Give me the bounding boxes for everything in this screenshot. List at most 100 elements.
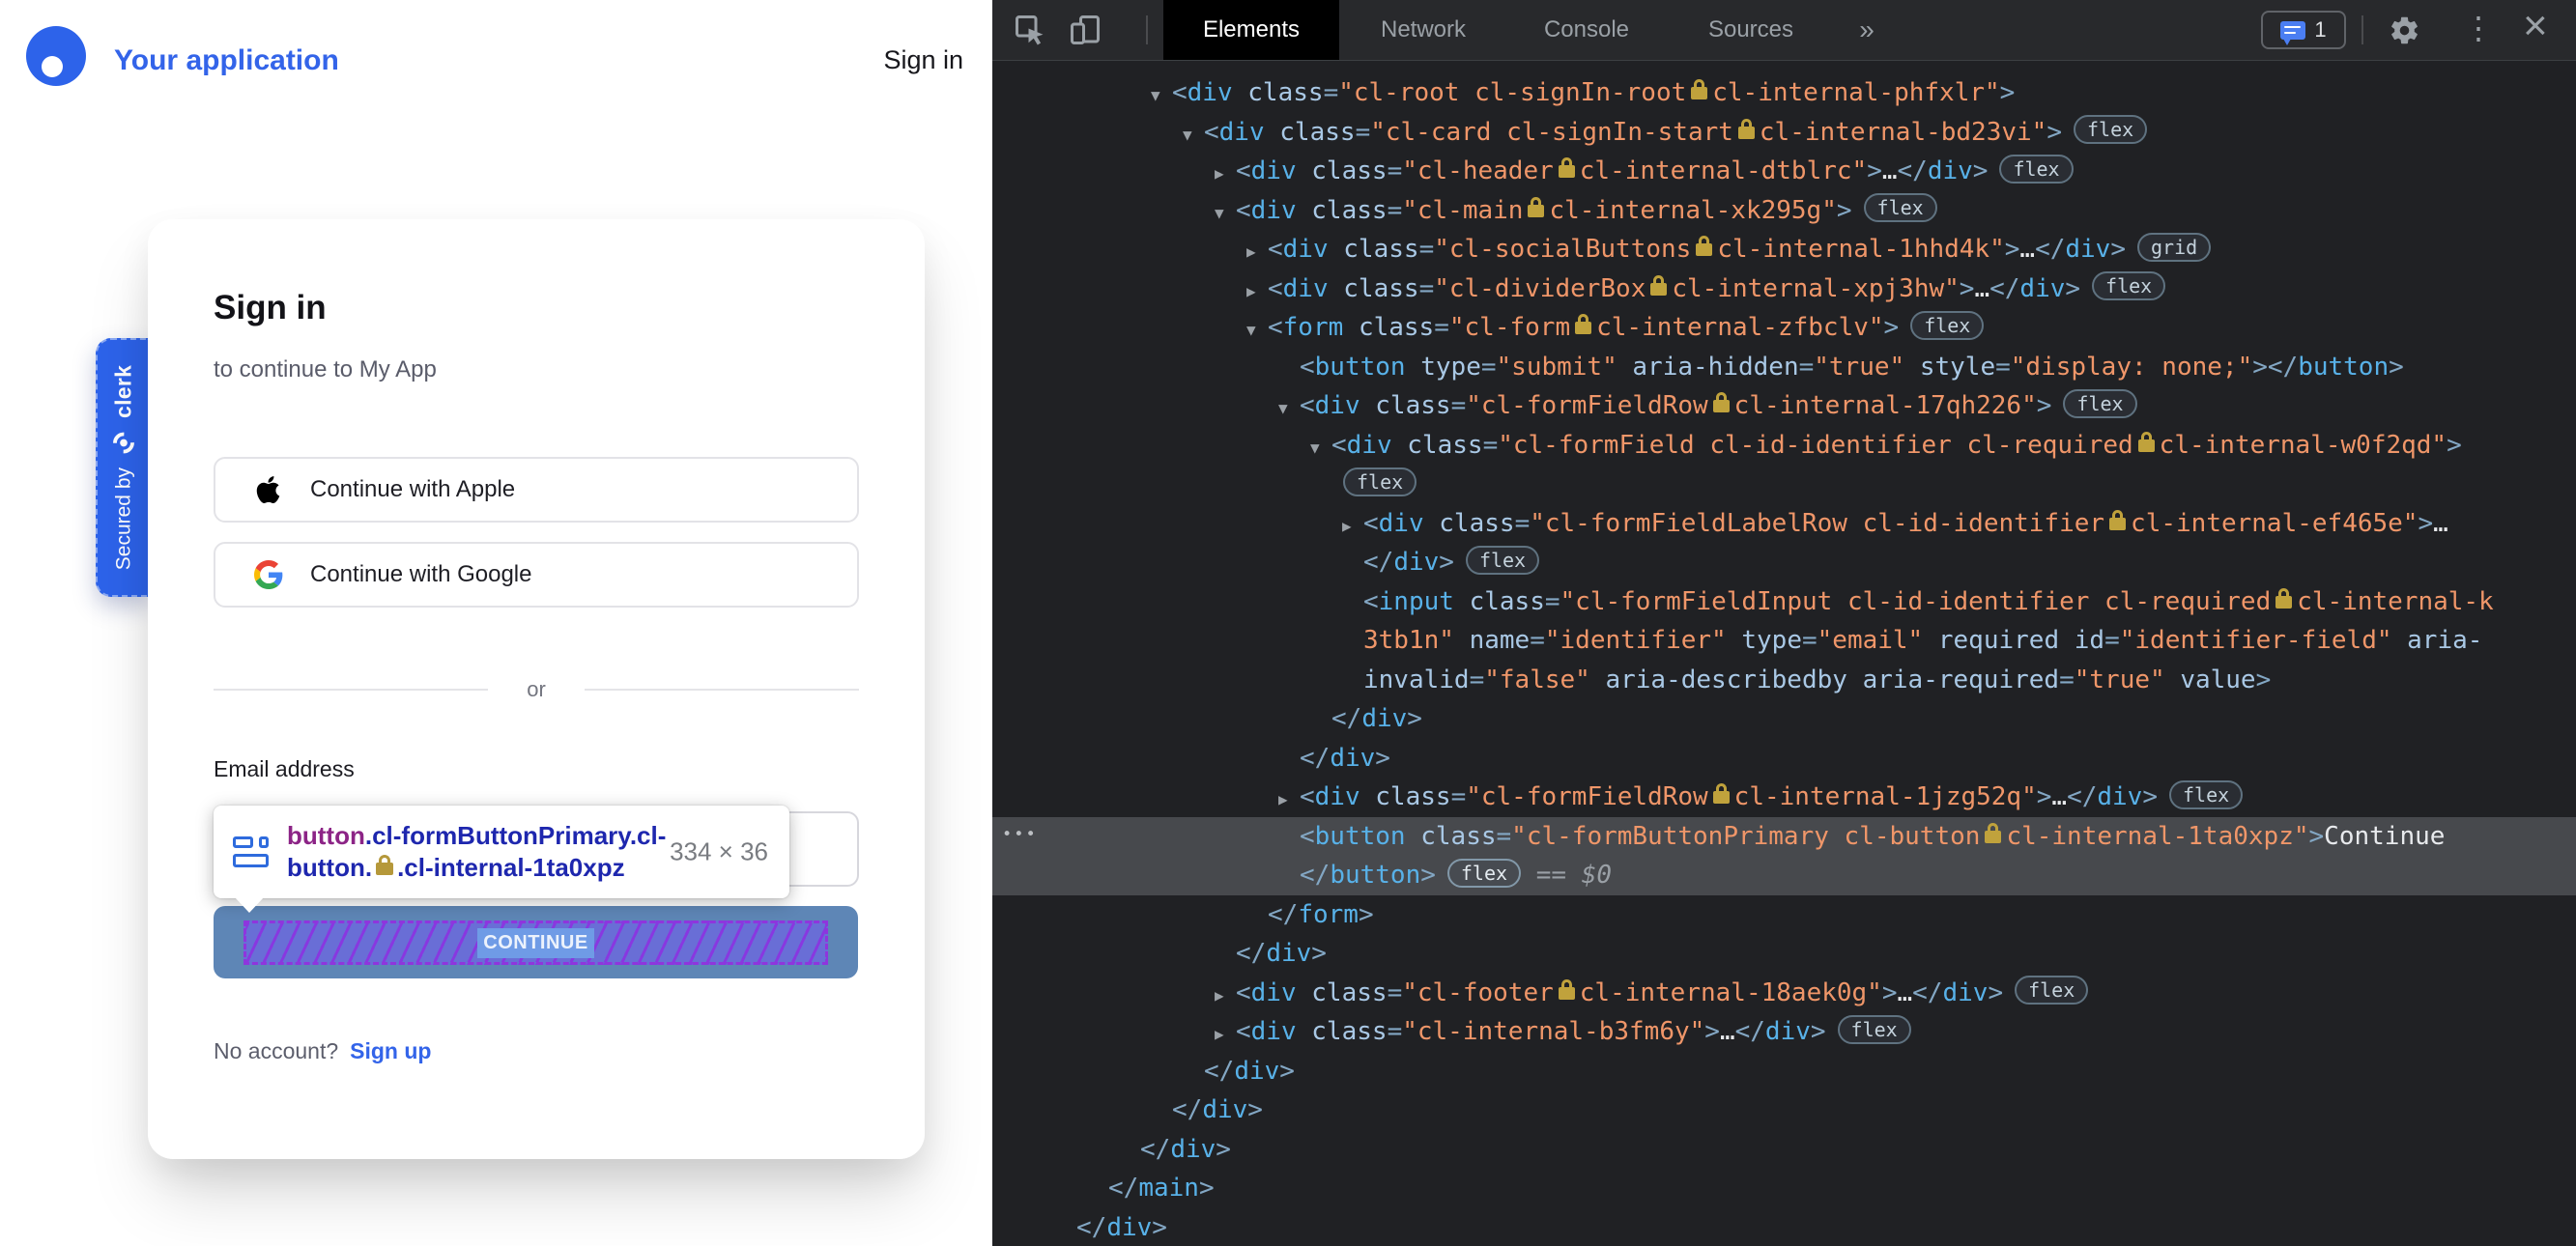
code-segment: > <box>2255 665 2272 694</box>
tree-row[interactable]: </div> <box>992 1052 2576 1091</box>
sign-in-card: Sign in to continue to My App Continue w… <box>148 219 925 1159</box>
tree-row[interactable]: </div> <box>992 699 2576 739</box>
code-segment: div <box>1346 430 1392 460</box>
code-segment: div <box>2097 782 2143 811</box>
flex-badge[interactable]: flex <box>1863 193 1937 222</box>
lock-icon <box>1528 196 1545 217</box>
continue-button[interactable]: CONTINUE <box>214 906 858 978</box>
code-segment: "identifier" <box>1544 626 1727 655</box>
tree-row[interactable]: ▶ <div class="cl-internal-b3fm6y">…</div>… <box>992 1012 2576 1052</box>
tab-console[interactable]: Console <box>1533 0 1640 60</box>
tree-row[interactable]: </div> <box>992 1130 2576 1170</box>
expand-arrow-closed-icon[interactable]: ▶ <box>1246 233 1268 272</box>
expand-arrow-closed-icon[interactable]: ▶ <box>1278 780 1300 820</box>
code-segment: button <box>1330 861 1421 890</box>
tree-row[interactable]: ▶ <div class="cl-socialButtons cl-internal… <box>992 230 2576 269</box>
code-segment: div <box>1361 704 1408 733</box>
code-segment: "cl-internal-b3fm6y" <box>1402 1017 1705 1046</box>
tree-row[interactable]: </main> <box>992 1169 2576 1208</box>
kebab-menu-icon[interactable]: ⋮ <box>2463 10 2494 46</box>
tree-row[interactable]: invalid="false" aria-describedby aria-re… <box>992 661 2576 700</box>
code-segment: = <box>1387 156 1403 185</box>
expand-arrow-closed-icon[interactable]: ▶ <box>1215 1015 1236 1055</box>
tree-row[interactable]: </div> <box>992 739 2576 779</box>
code-segment: div <box>1764 1017 1811 1046</box>
expand-arrow-open-icon[interactable]: ▼ <box>1278 389 1300 429</box>
tree-row[interactable]: ••• <button class="cl-formButtonPrimary c… <box>992 815 2576 856</box>
tree-row[interactable]: 3tb1n" name="identifier" type="email" re… <box>992 621 2576 661</box>
tree-row[interactable]: ▶ <div class="cl-header cl-internal-dtblrc… <box>992 152 2576 191</box>
expand-arrow-closed-icon[interactable]: ▶ <box>1246 272 1268 312</box>
tab-network[interactable]: Network <box>1369 0 1477 60</box>
tooltip-classes-line1: .cl-formButtonPrimary.cl- <box>364 821 667 850</box>
flex-badge[interactable]: flex <box>1446 858 1522 888</box>
expand-arrow-open-icon[interactable]: ▼ <box>1310 429 1331 468</box>
flex-badge[interactable]: flex <box>1910 310 1985 340</box>
row-overflow-dots[interactable]: ••• <box>1002 815 1038 855</box>
secured-by-clerk-badge[interactable]: Secured by clerk <box>96 338 151 597</box>
code-segment: cl-internal-k <box>2297 586 2494 616</box>
device-toolbar-icon[interactable] <box>1068 13 1102 47</box>
settings-gear-icon[interactable] <box>2389 14 2423 49</box>
tree-row[interactable]: ▶ <div class="cl-formFieldLabelRow cl-id-… <box>992 504 2576 544</box>
code-segment: cl-internal-1ta0xpz" <box>2006 821 2309 851</box>
code-segment: </ <box>1268 899 1299 929</box>
tree-row[interactable]: ▶ <div class="cl-dividerBox cl-internal-xp… <box>992 269 2576 309</box>
flex-badge[interactable]: flex <box>1999 154 2074 184</box>
code-segment: </ <box>1300 743 1331 773</box>
flex-badge[interactable]: flex <box>2073 115 2148 144</box>
flex-badge[interactable]: flex <box>1343 467 1417 496</box>
tree-row[interactable]: ▼ <div class="cl-formField cl-id-identifi… <box>992 426 2576 466</box>
continue-with-google-button[interactable]: Continue with Google <box>214 542 859 608</box>
tree-row[interactable]: <input class="cl-formFieldInput cl-id-id… <box>992 582 2576 622</box>
tab-sources[interactable]: Sources <box>1698 0 1804 60</box>
expand-arrow-open-icon[interactable]: ▼ <box>1215 194 1236 234</box>
grid-badge[interactable]: grid <box>2137 232 2212 262</box>
flex-badge[interactable]: flex <box>1465 545 1540 575</box>
tree-row[interactable]: </div> <box>992 1090 2576 1130</box>
tree-row[interactable]: </div> flex <box>992 543 2576 582</box>
expand-arrow-open-icon[interactable]: ▼ <box>1183 116 1204 156</box>
inspect-element-icon[interactable] <box>1013 13 1047 47</box>
header-sign-in-link[interactable]: Sign in <box>883 45 963 75</box>
flex-badge[interactable]: flex <box>1837 1014 1911 1044</box>
code-segment: Continue <box>2324 821 2446 851</box>
clerk-logo-icon <box>112 432 134 454</box>
code-segment: > <box>2046 117 2062 147</box>
code-segment: div <box>1250 195 1297 225</box>
code-segment: cl-internal-bd23vi" <box>1759 117 2047 147</box>
code-segment: "cl-footer <box>1402 977 1554 1007</box>
tree-row[interactable]: ▼ <form class="cl-form cl-internal-zfbclv"… <box>992 308 2576 348</box>
tree-row[interactable]: ▼ <div class="cl-formFieldRow cl-internal-… <box>992 386 2576 426</box>
continue-with-apple-button[interactable]: Continue with Apple <box>214 457 859 523</box>
flex-badge[interactable]: flex <box>2063 388 2137 418</box>
tree-row[interactable]: ▶ <div class="cl-formFieldRow cl-internal-… <box>992 778 2576 817</box>
tree-row[interactable]: ▶ <div class="cl-footer cl-internal-18aek0… <box>992 974 2576 1013</box>
flex-badge[interactable]: flex <box>2015 976 2089 1005</box>
tree-row[interactable]: </button> flex == $0 <box>992 856 2576 895</box>
flex-badge[interactable]: flex <box>2092 271 2166 300</box>
tree-row[interactable]: ▼ <div class="cl-main cl-internal-xk295g">… <box>992 191 2576 231</box>
flex-badge[interactable]: flex <box>2169 779 2244 809</box>
tab-elements[interactable]: Elements <box>1163 0 1339 60</box>
close-icon[interactable]: × <box>2523 2 2548 50</box>
lock-icon <box>1558 157 1575 178</box>
tree-row[interactable]: ▼ <div class="cl-card cl-signIn-start cl-i… <box>992 113 2576 153</box>
expand-arrow-open-icon[interactable]: ▼ <box>1151 76 1172 116</box>
more-tabs-icon[interactable]: » <box>1843 0 1891 60</box>
tree-row[interactable]: </div> <box>992 934 2576 974</box>
expand-arrow-closed-icon[interactable]: ▶ <box>1342 507 1363 547</box>
tree-row[interactable]: <button type="submit" aria-hidden="true"… <box>992 348 2576 387</box>
tree-row[interactable]: flex <box>992 465 2576 504</box>
tree-row[interactable]: ▼ <div class="cl-root cl-signIn-root cl-in… <box>992 73 2576 113</box>
issues-button[interactable]: 1 <box>2261 11 2346 49</box>
code-segment: > <box>1407 704 1422 733</box>
expand-arrow-closed-icon[interactable]: ▶ <box>1215 155 1236 194</box>
sign-up-link[interactable]: Sign up <box>350 1038 431 1063</box>
expand-arrow-open-icon[interactable]: ▼ <box>1246 311 1268 351</box>
tree-row[interactable]: </form> <box>992 895 2576 935</box>
expand-arrow-closed-icon[interactable]: ▶ <box>1215 977 1236 1016</box>
tree-row[interactable]: </div> <box>992 1208 2576 1246</box>
code-segment: div <box>1393 548 1440 577</box>
